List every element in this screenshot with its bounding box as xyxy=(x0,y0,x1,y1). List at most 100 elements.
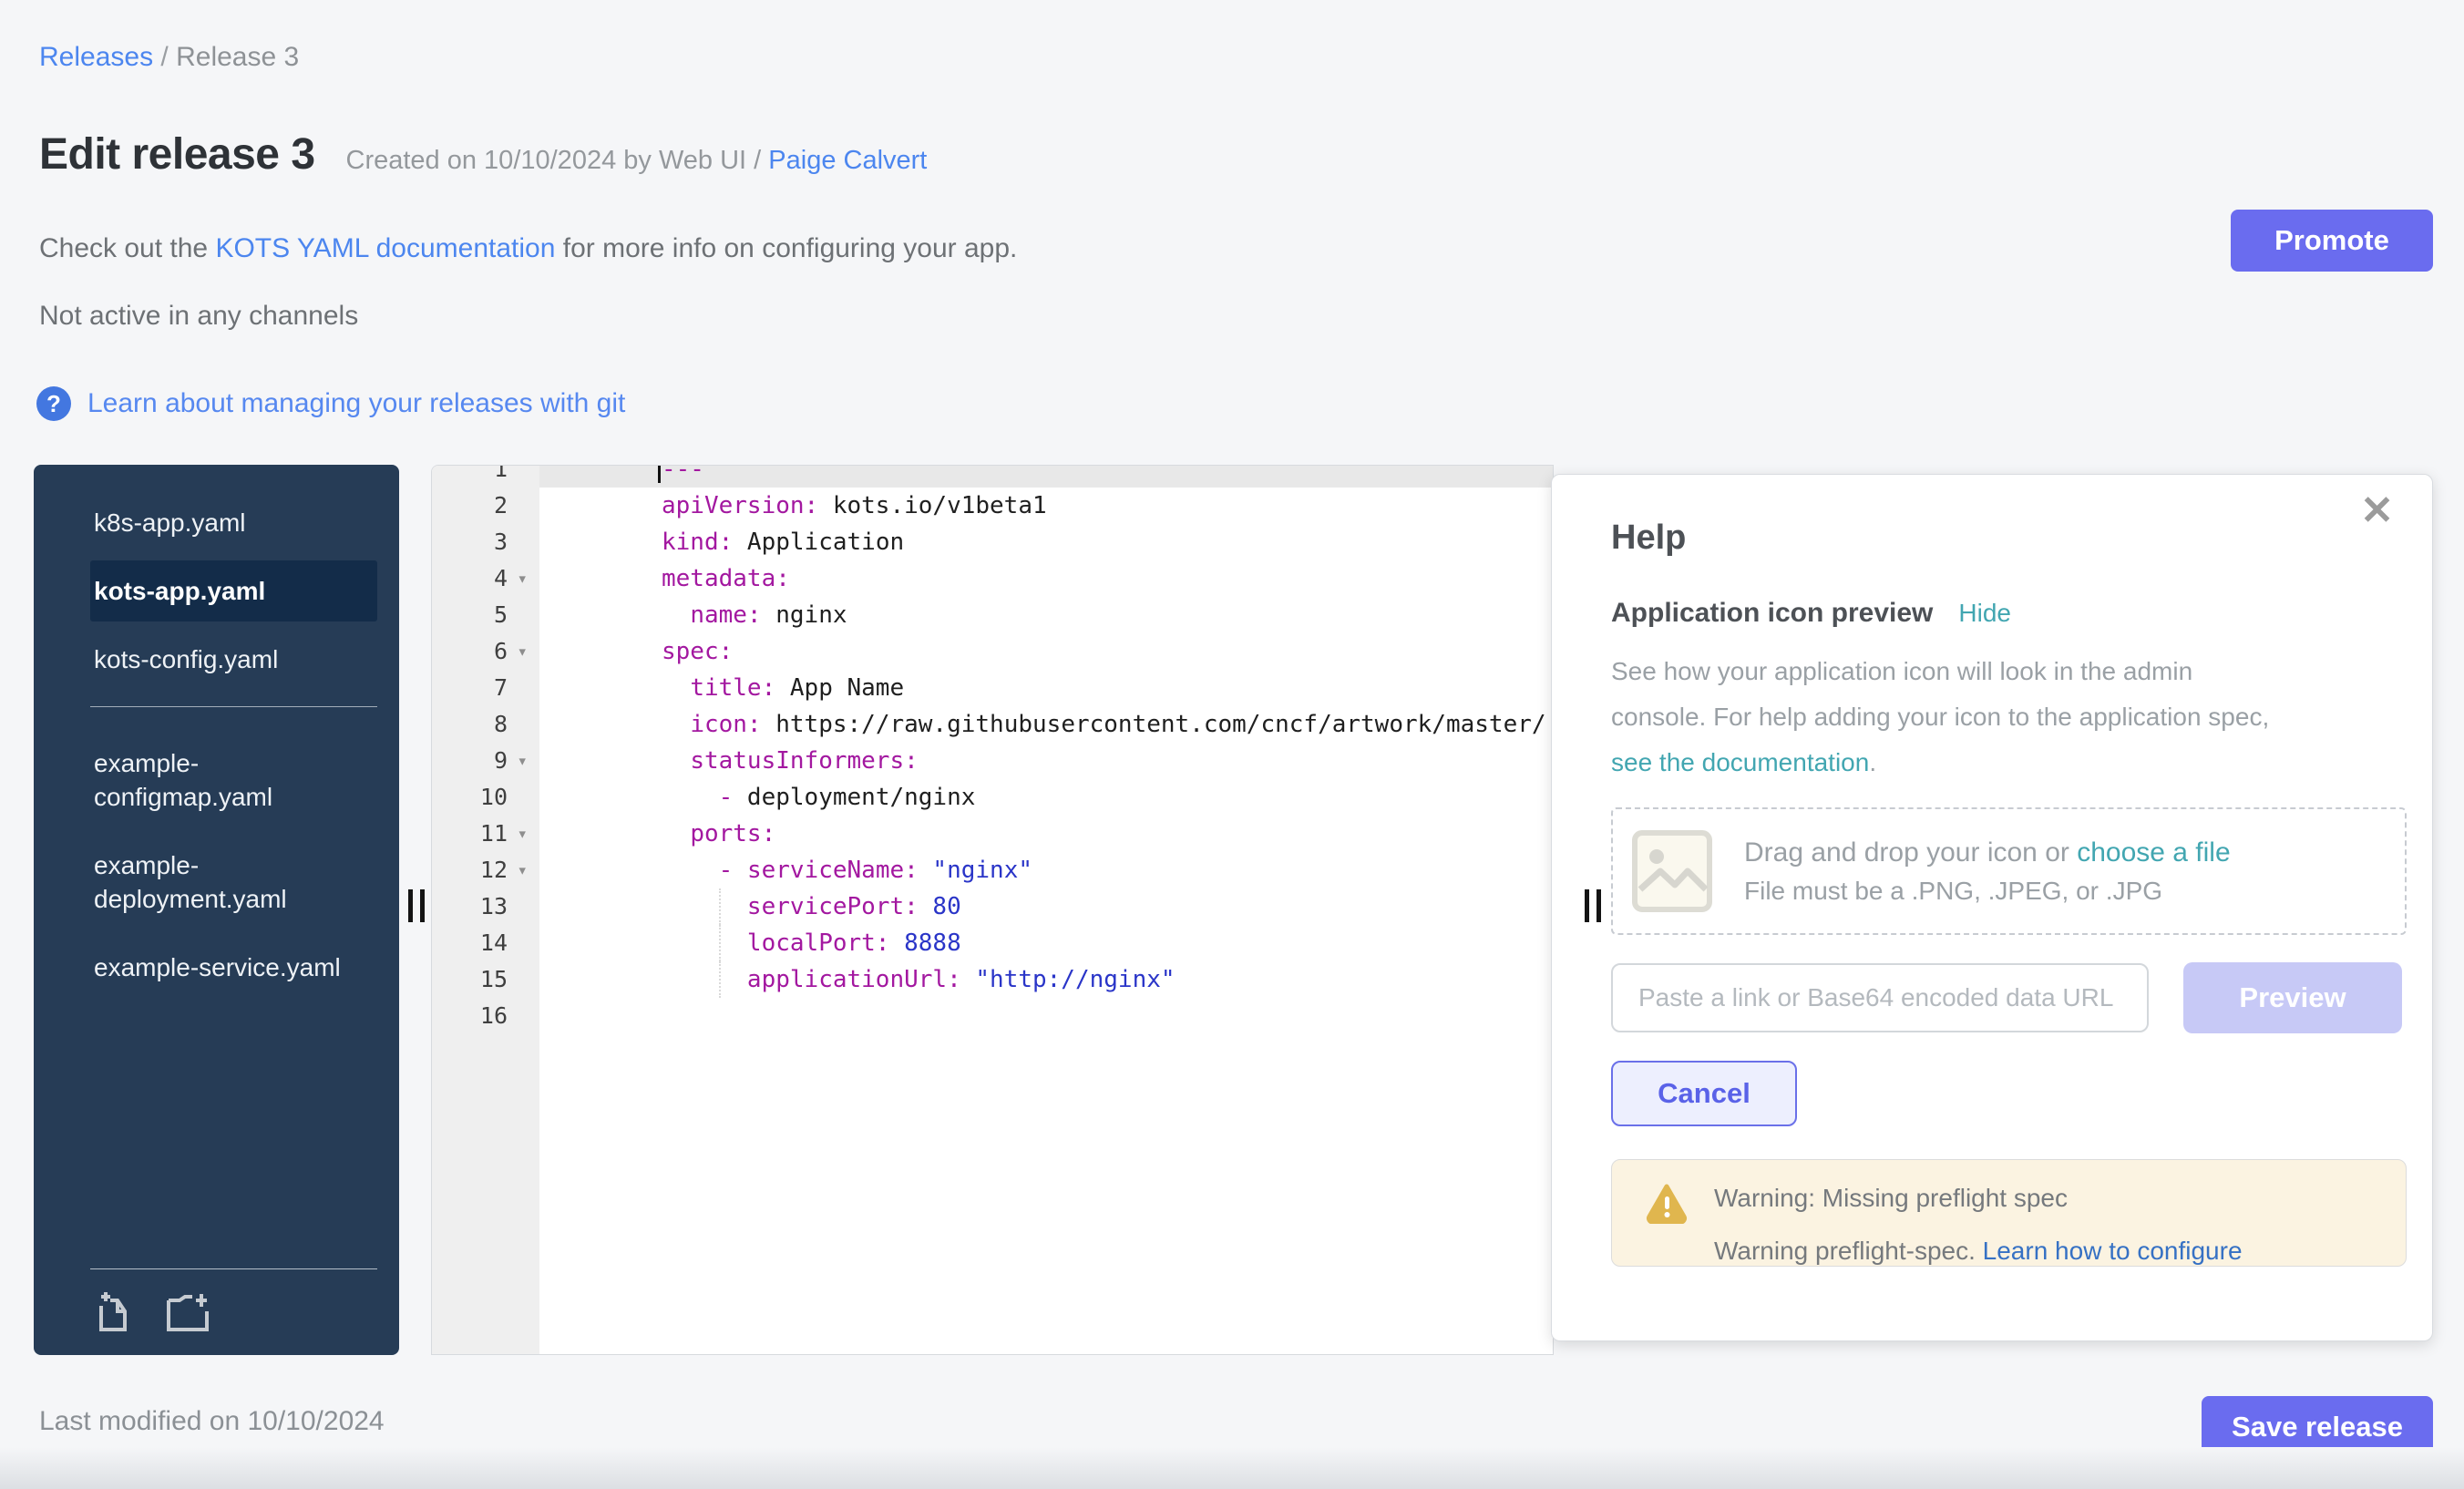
code-line[interactable]: spec: xyxy=(539,633,1553,670)
kots-docs-link[interactable]: KOTS YAML documentation xyxy=(215,233,555,263)
code-line[interactable]: statusInformers: xyxy=(539,743,1553,779)
code-line[interactable]: title: App Name xyxy=(539,670,1553,706)
created-info: Created on 10/10/2024 by Web UI / Paige … xyxy=(346,146,928,176)
sidebar-divider xyxy=(90,706,377,707)
panel-resize-handle[interactable] xyxy=(1585,889,1601,922)
yaml-editor[interactable]: 1---2apiVersion: kots.io/v1beta13kind: A… xyxy=(431,465,1554,1355)
help-title: Help xyxy=(1611,519,2405,558)
breadcrumb-current: Release 3 xyxy=(176,42,299,72)
code-line[interactable]: kind: Application xyxy=(539,524,1553,560)
file-sidebar: k8s-app.yaml kots-app.yaml kots-config.yam… xyxy=(34,465,399,1355)
sidebar-item-example-deployment.yaml[interactable]: example-deployment.yaml xyxy=(90,835,377,929)
code-line[interactable]: icon: https://raw.githubusercontent.com/… xyxy=(539,706,1553,743)
help-panel: ✕ Help Application icon preview Hide See… xyxy=(1551,474,2433,1341)
created-by-link[interactable]: Paige Calvert xyxy=(768,146,927,175)
warning-text: Warning: Missing preflight spec Warning … xyxy=(1714,1182,2243,1267)
warning-banner: Warning: Missing preflight spec Warning … xyxy=(1611,1159,2407,1267)
add-folder-icon[interactable] xyxy=(165,1289,212,1333)
fold-arrow-icon[interactable]: ▾ xyxy=(518,633,528,670)
breadcrumb-releases-link[interactable]: Releases xyxy=(39,42,153,72)
line-number: 14 xyxy=(432,925,539,961)
code-line[interactable]: name: nginx xyxy=(539,597,1553,633)
git-banner: ? Learn about managing your releases wit… xyxy=(36,386,625,421)
line-number: 16 xyxy=(432,998,539,1034)
code-line[interactable]: --- xyxy=(539,465,1553,488)
code-line[interactable] xyxy=(539,998,1553,1034)
see-docs-link[interactable]: see the documentation xyxy=(1611,748,1869,776)
code-line[interactable]: applicationUrl: "http://nginx" xyxy=(539,961,1553,998)
fold-arrow-icon[interactable]: ▾ xyxy=(518,743,528,779)
line-number: 2 xyxy=(432,488,539,524)
sidebar-item-example-service.yaml[interactable]: example-service.yaml xyxy=(90,937,377,998)
line-number: 8 xyxy=(432,706,539,743)
cancel-button[interactable]: Cancel xyxy=(1611,1061,1797,1126)
sidebar-footer-divider xyxy=(90,1268,377,1269)
dropzone-label: Drag and drop your icon or choose a file xyxy=(1744,837,2231,868)
code-line[interactable]: - serviceName: "nginx" xyxy=(539,852,1553,888)
preview-button[interactable]: Preview xyxy=(2183,962,2402,1033)
gutter-cell: 5 xyxy=(432,597,539,633)
gutter-cell: 12▾ xyxy=(432,852,539,888)
page-title: Edit release 3 xyxy=(39,129,315,180)
question-circle-icon: ? xyxy=(36,386,71,421)
gutter-cell: 4▾ xyxy=(432,560,539,597)
title-row: Edit release 3 Created on 10/10/2024 by … xyxy=(39,129,927,180)
dropzone-hint: File must be a .PNG, .JPEG, or .JPG xyxy=(1744,877,2231,906)
bottom-gradient xyxy=(0,1447,2464,1489)
choose-file-link[interactable]: choose a file xyxy=(2077,837,2230,868)
image-placeholder-icon xyxy=(1631,829,1713,913)
code-lines: 1---2apiVersion: kots.io/v1beta13kind: A… xyxy=(432,465,1553,1034)
code-line[interactable]: localPort: 8888 xyxy=(539,925,1553,961)
sidebar-item-k8s-app.yaml[interactable]: k8s-app.yaml xyxy=(90,492,377,553)
warning-icon xyxy=(1645,1182,1689,1224)
configure-link[interactable]: Learn how to configure xyxy=(1983,1237,2243,1265)
gutter-cell: 15 xyxy=(432,961,539,998)
gutter-cell: 2 xyxy=(432,488,539,524)
gutter-cell: 6▾ xyxy=(432,633,539,670)
add-file-icon[interactable] xyxy=(90,1289,132,1333)
line-number: 5 xyxy=(432,597,539,633)
fold-arrow-icon[interactable]: ▾ xyxy=(518,560,528,597)
sidebar-footer xyxy=(90,1268,377,1333)
gutter-cell: 7 xyxy=(432,670,539,706)
icon-preview-description: See how your application icon will look … xyxy=(1611,649,2405,786)
breadcrumb-separator: / xyxy=(153,42,176,72)
line-number: 1 xyxy=(432,465,539,488)
sidebar-item-kots-config.yaml[interactable]: kots-config.yaml xyxy=(90,629,377,690)
code-line[interactable]: apiVersion: kots.io/v1beta1 xyxy=(539,488,1553,524)
sidebar-item-kots-app.yaml[interactable]: kots-app.yaml xyxy=(90,560,377,621)
line-number: 7 xyxy=(432,670,539,706)
line-number: 13 xyxy=(432,888,539,925)
gutter-cell: 16 xyxy=(432,998,539,1034)
gutter-cell: 3 xyxy=(432,524,539,560)
fold-arrow-icon[interactable]: ▾ xyxy=(518,816,528,852)
line-number: 10 xyxy=(432,779,539,816)
gutter-cell: 9▾ xyxy=(432,743,539,779)
code-line[interactable]: - deployment/nginx xyxy=(539,779,1553,816)
gutter-cell: 11▾ xyxy=(432,816,539,852)
gutter-cell: 13 xyxy=(432,888,539,925)
code-line[interactable]: metadata: xyxy=(539,560,1553,597)
line-number: 15 xyxy=(432,961,539,998)
sidebar-item-example-configmap.yaml[interactable]: example-configmap.yaml xyxy=(90,733,377,827)
hide-link[interactable]: Hide xyxy=(1958,599,2011,628)
sidebar-resize-handle[interactable] xyxy=(408,889,425,922)
last-modified: Last modified on 10/10/2024 xyxy=(39,1406,385,1437)
fold-arrow-icon[interactable]: ▾ xyxy=(518,852,528,888)
channel-status: Not active in any channels xyxy=(39,301,358,332)
gutter-cell: 10 xyxy=(432,779,539,816)
breadcrumb: Releases / Release 3 xyxy=(39,42,299,73)
icon-dropzone[interactable]: Drag and drop your icon or choose a file… xyxy=(1611,807,2407,935)
gutter-cell: 14 xyxy=(432,925,539,961)
file-list: k8s-app.yaml kots-app.yaml kots-config.yam… xyxy=(34,465,399,998)
icon-url-input[interactable] xyxy=(1611,963,2149,1032)
code-line[interactable]: ports: xyxy=(539,816,1553,852)
edit-release-page: Releases / Release 3 Edit release 3 Crea… xyxy=(0,0,2464,1489)
line-number: 3 xyxy=(432,524,539,560)
promote-button[interactable]: Promote xyxy=(2231,210,2433,272)
docs-hint: Check out the KOTS YAML documentation fo… xyxy=(39,233,1017,264)
git-releases-link[interactable]: Learn about managing your releases with … xyxy=(87,388,625,419)
code-line[interactable]: servicePort: 80 xyxy=(539,888,1553,925)
text-cursor xyxy=(658,465,661,483)
icon-preview-title: Application icon preview xyxy=(1611,598,1933,629)
